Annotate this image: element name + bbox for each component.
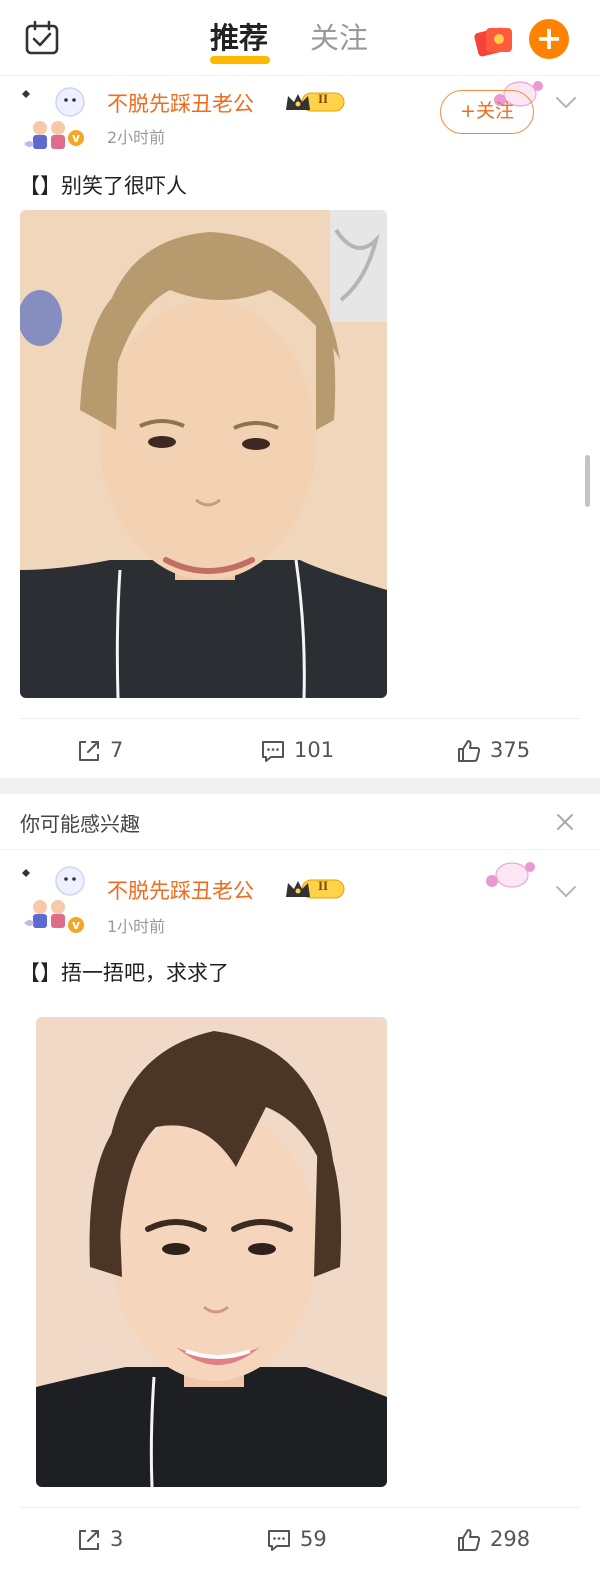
- post-actions-bar: 3 59 298: [0, 1507, 600, 1567]
- like-icon: [458, 740, 481, 762]
- tab-following[interactable]: 关注: [310, 18, 368, 58]
- vip-level-label: II: [318, 878, 329, 893]
- post-username[interactable]: 不脱先踩丑老公: [107, 875, 254, 905]
- verified-badge: v: [66, 915, 86, 935]
- post-text: 【】别笑了很吓人: [19, 174, 187, 198]
- scrollbar[interactable]: [585, 455, 590, 507]
- like-count: 298: [490, 1527, 531, 1551]
- repost-icon: [79, 1530, 99, 1550]
- top-bar: 推荐 关注 +: [0, 0, 600, 76]
- feed-post: v 不脱先踩丑老公 II 2小时前 +关注 【】别笑了很吓人 7 101 375: [0, 76, 600, 778]
- post-timestamp: 2小时前: [107, 128, 166, 147]
- repost-count: 7: [110, 738, 124, 762]
- bunny-decoration-icon: [486, 862, 535, 888]
- comment-icon: [262, 741, 284, 762]
- tab-recommend[interactable]: 推荐: [210, 18, 268, 58]
- vip-level-label: II: [318, 91, 329, 106]
- post-photo[interactable]: [20, 210, 387, 698]
- chevron-down-icon[interactable]: [555, 885, 577, 899]
- repost-count: 3: [110, 1527, 124, 1551]
- post-text: 【】捂一捂吧，求求了: [19, 961, 229, 985]
- red-packet-icon[interactable]: [474, 22, 514, 58]
- verified-badge: v: [66, 128, 86, 148]
- post-timestamp: 1小时前: [107, 917, 166, 936]
- post-username[interactable]: 不脱先踩丑老公: [107, 88, 254, 118]
- comment-count: 101: [294, 738, 335, 762]
- vip-crown-badge[interactable]: [284, 90, 346, 114]
- recommend-title: 你可能感兴趣: [20, 812, 140, 836]
- comment-icon: [268, 1530, 290, 1551]
- compose-plus-button[interactable]: +: [529, 19, 569, 59]
- feed-post: v 不脱先踩丑老公 II 1小时前 【】捂一捂吧，求求了 3 59 298: [0, 851, 600, 1585]
- follow-button[interactable]: +关注: [440, 90, 534, 134]
- active-tab-indicator: [210, 56, 270, 64]
- post-photo[interactable]: [36, 1017, 387, 1487]
- like-icon: [458, 1529, 481, 1551]
- checkin-calendar-icon[interactable]: [24, 20, 60, 56]
- divider: [20, 1507, 580, 1508]
- repost-icon: [79, 741, 99, 761]
- comment-count: 59: [300, 1527, 327, 1551]
- vip-crown-badge[interactable]: [284, 877, 346, 901]
- divider: [20, 718, 580, 719]
- post-actions-bar: 7 101 375: [0, 718, 600, 778]
- like-count: 375: [490, 738, 531, 762]
- recommend-header: 你可能感兴趣: [0, 794, 600, 850]
- close-icon[interactable]: [555, 812, 575, 832]
- feed-separator: [0, 778, 600, 794]
- chevron-down-icon[interactable]: [555, 96, 577, 110]
